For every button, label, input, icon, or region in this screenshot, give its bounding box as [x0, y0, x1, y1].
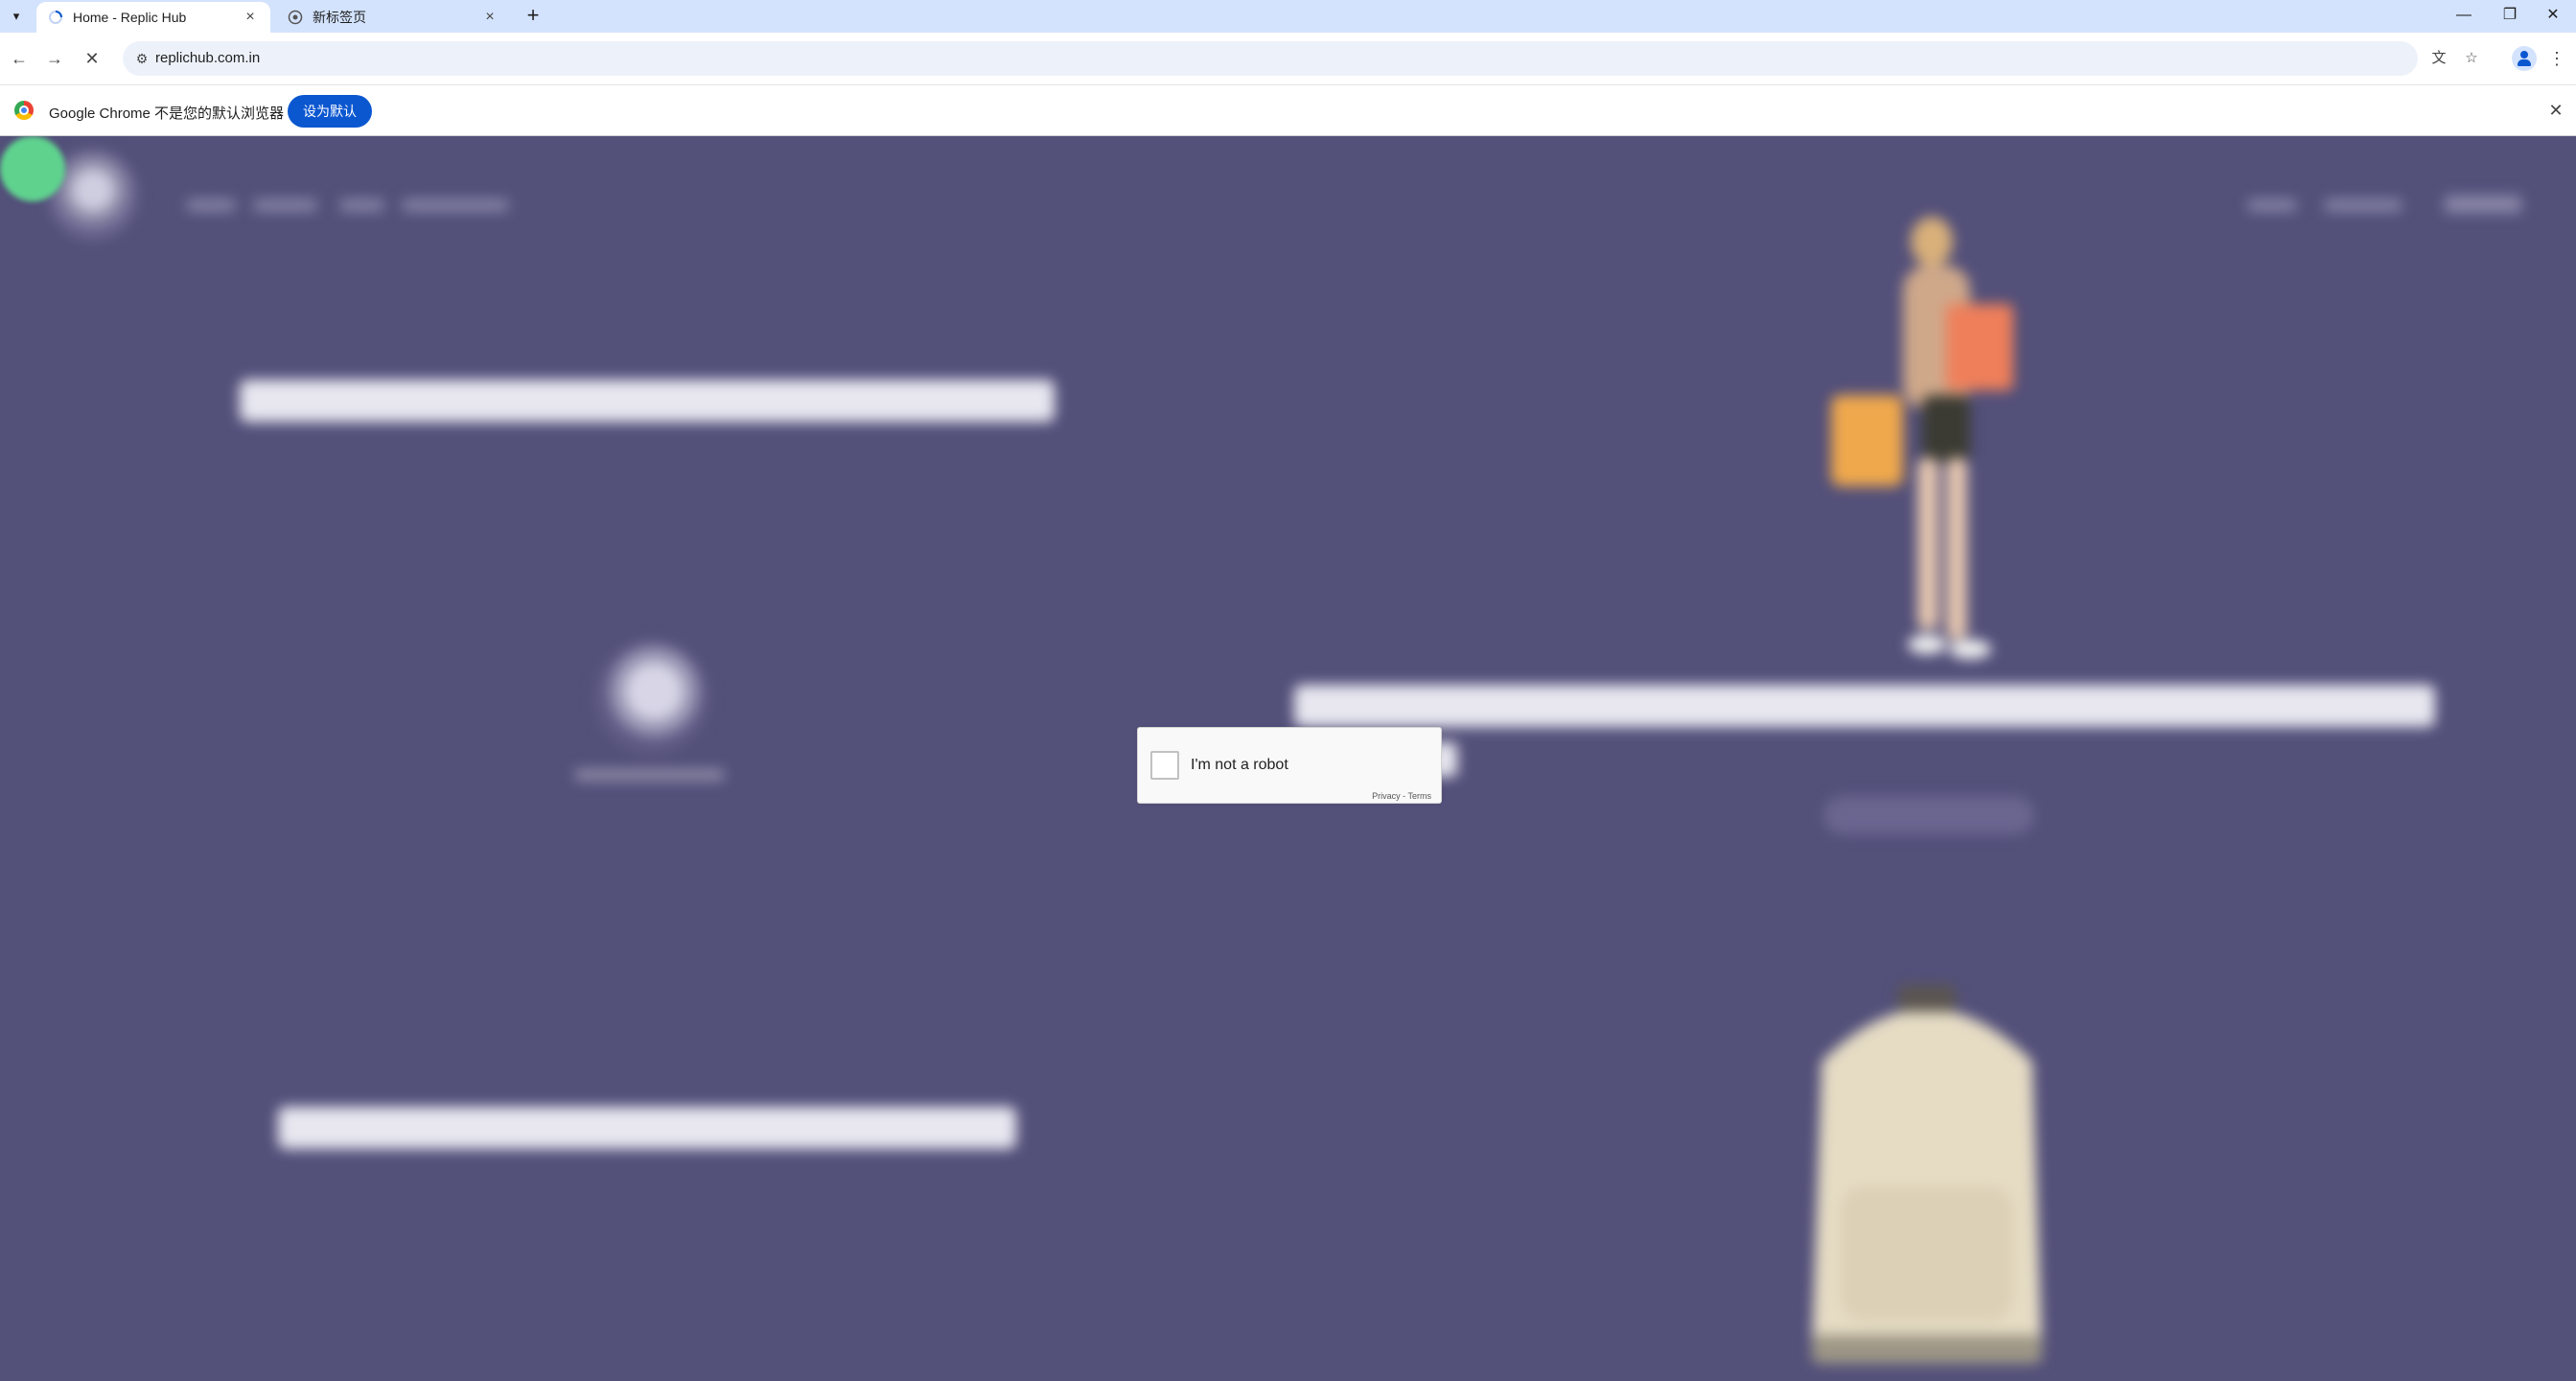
back-icon[interactable]: ←: [8, 47, 31, 70]
tab-close-icon[interactable]: ×: [242, 9, 259, 26]
infobar-message: Google Chrome 不是您的默认浏览器: [49, 105, 285, 122]
tab-search-icon[interactable]: ▾: [6, 6, 27, 27]
recaptcha-privacy-terms[interactable]: Privacy - Terms: [1372, 791, 1431, 801]
recaptcha-checkbox[interactable]: [1150, 751, 1179, 780]
url-text[interactable]: replichub.com.in: [155, 50, 260, 66]
chrome-menu-icon[interactable]: ⋮: [2548, 47, 2565, 70]
chrome-logo-icon: [14, 101, 34, 120]
tab-title: 新标签页: [313, 10, 366, 25]
tab-close-icon[interactable]: ×: [481, 9, 499, 26]
nav-link: [340, 199, 383, 211]
hero-heading: [278, 1107, 1016, 1149]
infobar-close-icon[interactable]: ✕: [2546, 101, 2565, 120]
tab-strip: ▾ Home - Replic Hub × 新标签页 × + — ❐ ✕: [0, 0, 2576, 33]
chrome-globe-icon: [288, 10, 303, 25]
set-default-button[interactable]: 设为默认: [288, 95, 372, 128]
hero-heading: [1294, 685, 2435, 727]
forward-icon[interactable]: →: [43, 47, 66, 70]
recaptcha-label: I'm not a robot: [1191, 757, 1288, 773]
address-bar[interactable]: ⚙ replichub.com.in 文 ☆: [123, 41, 2478, 76]
tab-title: Home - Replic Hub: [73, 10, 187, 25]
chat-bubble-icon: [0, 136, 65, 201]
translate-icon[interactable]: 文: [2429, 49, 2448, 68]
center-logo-caption: [575, 769, 724, 781]
hero-heading: [240, 380, 1055, 422]
shopping-woman-image: [1831, 217, 2013, 659]
tab-home-replic-hub[interactable]: Home - Replic Hub ×: [36, 2, 270, 33]
bookmark-star-icon[interactable]: ☆: [2462, 49, 2481, 68]
stop-loading-icon[interactable]: ✕: [81, 47, 104, 70]
browser-toolbar: ← → ✕ ⚙ replichub.com.in 文 ☆ ⋮: [0, 33, 2576, 84]
default-browser-infobar: Google Chrome 不是您的默认浏览器 设为默认 ✕: [0, 84, 2576, 136]
profile-body: [2518, 59, 2531, 66]
nav-link: [403, 199, 508, 211]
window-close-icon[interactable]: ✕: [2530, 0, 2576, 33]
nav-link: [187, 199, 235, 211]
backpack-image: [1812, 985, 2042, 1364]
center-logo: [594, 640, 709, 755]
minimize-icon[interactable]: —: [2441, 0, 2487, 33]
profile-head: [2520, 51, 2528, 59]
nav-link: [2248, 199, 2296, 211]
site-info-icon[interactable]: ⚙: [132, 49, 151, 68]
recaptcha-widget: I'm not a robot Privacy - Terms: [1137, 727, 1442, 804]
hero-button: [1823, 796, 2034, 834]
new-tab-icon[interactable]: +: [522, 5, 545, 28]
header-icons: [2445, 196, 2521, 213]
profile-avatar-icon[interactable]: [2512, 46, 2537, 71]
loading-spinner-icon: [48, 10, 63, 25]
nav-link: [254, 199, 316, 211]
restore-icon[interactable]: ❐: [2487, 0, 2533, 33]
nav-link: [2325, 199, 2402, 211]
tab-new-tab[interactable]: 新标签页 ×: [276, 2, 510, 33]
